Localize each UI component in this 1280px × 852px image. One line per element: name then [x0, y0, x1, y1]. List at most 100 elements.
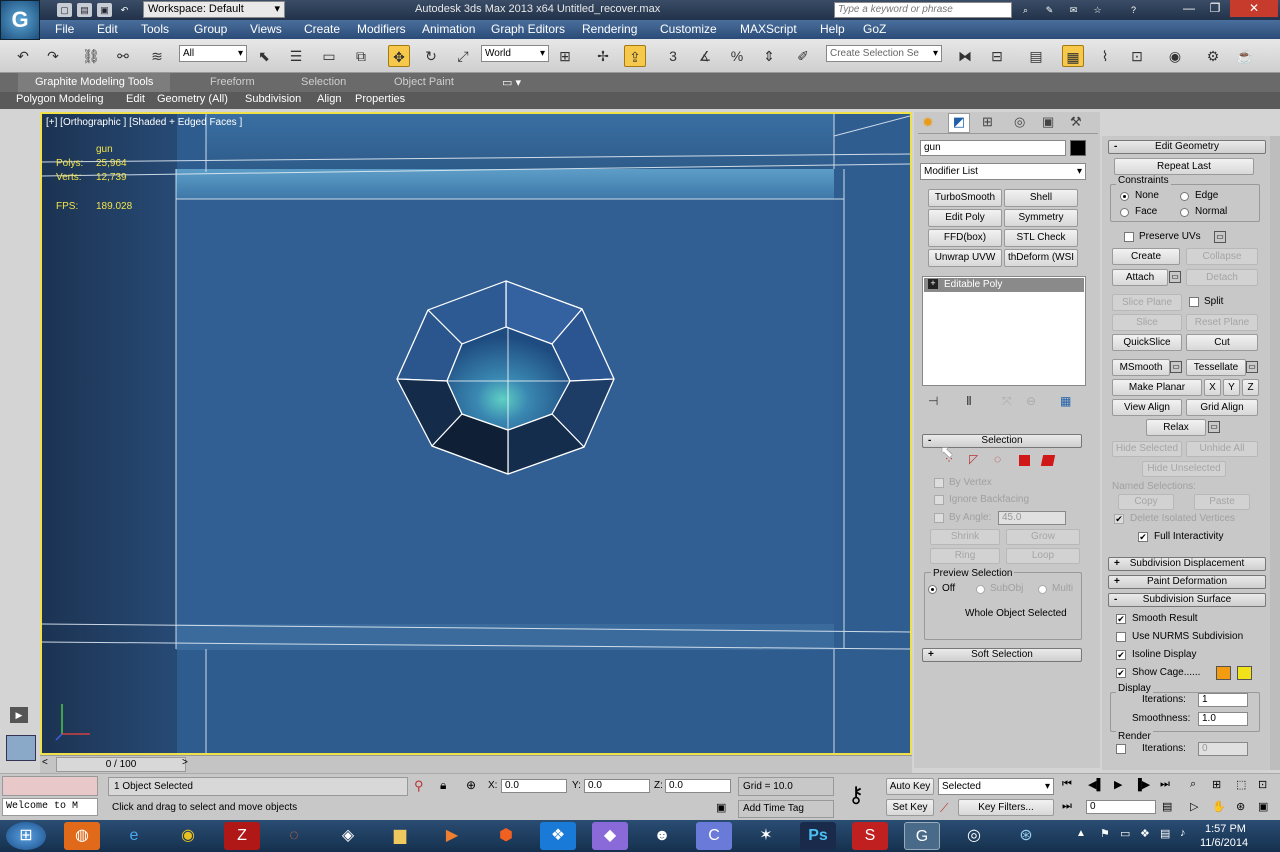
detach-button[interactable]: Detach	[1186, 269, 1258, 286]
key-mode-dropdown[interactable]: Selected ▾	[938, 778, 1054, 795]
configure-modifier-sets-icon[interactable]: ▦	[1060, 394, 1071, 408]
set-keys-key-icon[interactable]: ⚷	[848, 782, 864, 808]
search-input[interactable]: Type a keyword or phrase	[834, 2, 1012, 18]
select-and-move-icon[interactable]: ✥	[388, 45, 410, 67]
time-slider[interactable]: < 0 / 100 >	[40, 755, 912, 773]
menu-animation[interactable]: Animation	[422, 22, 475, 36]
panel-geometry-all[interactable]: Geometry (All)	[157, 93, 228, 105]
render-production-icon[interactable]: ☕	[1234, 45, 1256, 67]
subdivision-displacement-rollout-header[interactable]: + Subdivision Displacement	[1108, 557, 1266, 571]
modify-tab-icon[interactable]: ◩	[948, 113, 970, 133]
paint-deformation-rollout-header[interactable]: + Paint Deformation	[1108, 575, 1266, 589]
tab-freeform[interactable]: Freeform	[210, 76, 255, 88]
full-interactivity-checkbox[interactable]: ✔	[1138, 532, 1148, 542]
delete-isolated-checkbox[interactable]: ✔	[1114, 514, 1124, 524]
edit-geometry-rollout-header[interactable]: - Edit Geometry	[1108, 140, 1266, 154]
reset-plane-button[interactable]: Reset Plane	[1186, 314, 1258, 331]
paste-button[interactable]: Paste	[1194, 494, 1250, 510]
relax-settings-icon[interactable]: ▭	[1208, 421, 1220, 433]
edit-named-selection-icon[interactable]: ✐	[792, 45, 814, 67]
go-to-end-icon[interactable]: ⏭	[1160, 778, 1170, 791]
modifier-list-dropdown[interactable]: Modifier List ▾	[920, 163, 1086, 180]
expand-plus-icon[interactable]: +	[928, 279, 938, 289]
select-and-scale-icon[interactable]: ⤢	[452, 45, 474, 67]
stack-item-editable-poly[interactable]: + Editable Poly	[924, 278, 1084, 292]
panel-properties[interactable]: Properties	[355, 93, 405, 105]
symmetry-button[interactable]: Symmetry	[1004, 209, 1078, 227]
turbosmooth-button[interactable]: TurboSmooth	[928, 189, 1002, 207]
pivot-center-icon[interactable]: ⊞	[554, 45, 576, 67]
tray-network-icon[interactable]: ▤	[1160, 827, 1170, 840]
ring-button[interactable]: Ring	[930, 548, 1000, 564]
tray-monitor-icon[interactable]: ▭	[1120, 827, 1130, 840]
by-angle-checkbox[interactable]	[934, 513, 944, 523]
menu-customize[interactable]: Customize	[660, 22, 717, 36]
align-icon[interactable]: ⊟	[986, 45, 1008, 67]
app-cat-icon[interactable]: ◈	[330, 822, 366, 850]
grow-button[interactable]: Grow	[1006, 529, 1080, 545]
time-slider-next-icon[interactable]: >	[182, 757, 188, 768]
tab-object-paint[interactable]: Object Paint	[394, 76, 454, 88]
dropbox-icon[interactable]: ❖	[540, 822, 576, 850]
current-frame-field[interactable]: 0	[1086, 800, 1156, 814]
time-tag-icon[interactable]: ▣	[716, 801, 726, 814]
app-ring-icon[interactable]: ◎	[956, 822, 992, 850]
border-mode-icon[interactable]: ◌	[994, 452, 1001, 466]
relax-button[interactable]: Relax	[1146, 419, 1206, 436]
clock-date[interactable]: 11/6/2014	[1200, 837, 1248, 849]
menu-maxscript[interactable]: MAXScript	[740, 22, 797, 36]
redo-icon[interactable]: ↷	[42, 45, 64, 67]
menu-views[interactable]: Views	[250, 22, 282, 36]
hide-selected-button[interactable]: Hide Selected	[1112, 441, 1182, 457]
preserve-uvs-checkbox[interactable]	[1124, 232, 1134, 242]
maximize-icon[interactable]: ❐	[1202, 0, 1228, 17]
named-selection-sets-dropdown[interactable]: Create Selection Se ▾	[826, 45, 942, 62]
auto-key-button[interactable]: Auto Key	[886, 778, 934, 795]
orbit-icon[interactable]: ⊛	[1236, 800, 1245, 813]
preview-multi-radio[interactable]	[1038, 585, 1047, 594]
select-by-name-icon[interactable]: ☰	[285, 45, 307, 67]
percent-snap-icon[interactable]: %	[726, 45, 748, 67]
loop-button[interactable]: Loop	[1006, 548, 1080, 564]
menu-graph-editors[interactable]: Graph Editors	[491, 22, 565, 36]
maxscript-listener-pink[interactable]	[2, 776, 98, 796]
menu-tools[interactable]: Tools	[141, 22, 169, 36]
clock-time[interactable]: 1:57 PM	[1205, 823, 1246, 835]
add-time-tag-button[interactable]: Add Time Tag	[738, 800, 834, 818]
iterations-spinner[interactable]: 1	[1198, 693, 1248, 707]
snaps-toggle-icon[interactable]: 3	[662, 45, 684, 67]
preserve-uvs-settings-icon[interactable]: ▭	[1214, 231, 1226, 243]
filezilla-icon[interactable]: Z	[224, 822, 260, 850]
constraint-edge-radio[interactable]	[1180, 192, 1189, 201]
y-coord-field[interactable]: 0.0	[584, 779, 650, 793]
render-setup-icon[interactable]: ⚙	[1202, 45, 1224, 67]
msmooth-button[interactable]: MSmooth	[1112, 359, 1170, 376]
spinner-snap-icon[interactable]: ⇕	[758, 45, 780, 67]
subdivision-surface-rollout-header[interactable]: - Subdivision Surface	[1108, 593, 1266, 607]
manipulate-icon[interactable]: ✢	[592, 45, 614, 67]
start-button-icon[interactable]: ⊞	[6, 822, 46, 850]
make-planar-button[interactable]: Make Planar	[1112, 379, 1202, 396]
create-button[interactable]: Create	[1112, 248, 1180, 265]
zoom-icon[interactable]: ⌕	[1190, 778, 1196, 791]
internet-explorer-icon[interactable]: e	[116, 822, 152, 850]
edge-mode-icon[interactable]: ◸	[969, 452, 978, 466]
reference-coordinate-dropdown[interactable]: World ▾	[481, 45, 549, 62]
panel-scrollbar[interactable]	[1270, 136, 1280, 770]
angle-snap-icon[interactable]: ∡	[694, 45, 716, 67]
menu-create[interactable]: Create	[304, 22, 340, 36]
chrome-icon[interactable]: ◉	[170, 822, 206, 850]
app-purple-icon[interactable]: ◆	[592, 822, 628, 850]
mini-curve-editor-icon[interactable]	[6, 735, 36, 761]
ffd-box-button[interactable]: FFD(box)	[928, 229, 1002, 247]
by-angle-spinner[interactable]: 45.0	[998, 511, 1066, 525]
slice-button[interactable]: Slice	[1112, 314, 1182, 331]
preview-off-radio[interactable]	[928, 585, 937, 594]
subscription-icon[interactable]: ✎	[1042, 3, 1057, 17]
show-cage-checkbox[interactable]: ✔	[1116, 668, 1126, 678]
zoom-extents-all-icon[interactable]: ⊡	[1258, 778, 1267, 791]
slice-plane-button[interactable]: Slice Plane	[1112, 294, 1182, 311]
grid-align-button[interactable]: Grid Align	[1186, 399, 1258, 416]
close-icon[interactable]: ✕	[1230, 0, 1278, 17]
preview-subobj-radio[interactable]	[976, 585, 985, 594]
